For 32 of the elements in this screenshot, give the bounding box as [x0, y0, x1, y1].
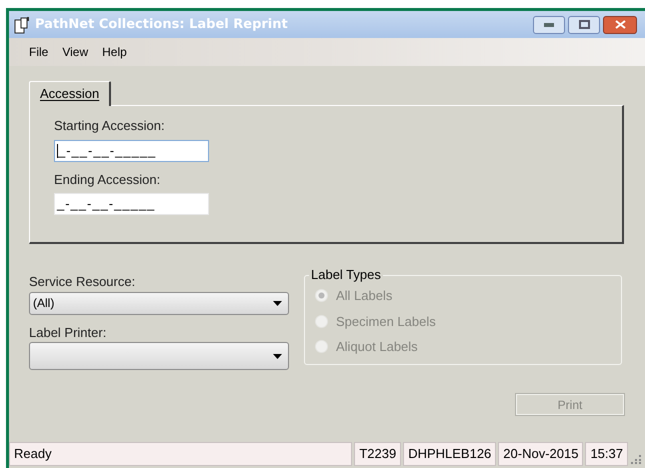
status-cell: 20-Nov-2015	[498, 442, 584, 466]
menu-item[interactable]: Help	[102, 43, 127, 61]
menu-item[interactable]: View	[62, 43, 88, 61]
field-label: Label Printer:	[29, 324, 108, 342]
dropdown-arrow-icon	[273, 300, 282, 306]
radio-label: Aliquot Labels	[336, 338, 418, 356]
dropdown-arrow-icon	[273, 354, 282, 358]
menu-item[interactable]: File	[29, 43, 48, 61]
status-cell: Ready	[9, 442, 352, 466]
close-button[interactable]	[603, 16, 637, 34]
accession-field[interactable]: _-__-__-_____	[54, 140, 209, 162]
radio-label: All Labels	[336, 287, 392, 305]
group-title: Label Types	[309, 267, 383, 283]
close-icon	[614, 20, 626, 29]
status-cell: T2239	[354, 442, 402, 466]
minimize-icon	[544, 22, 554, 26]
dropdown[interactable]	[29, 342, 289, 370]
dropdown[interactable]: (All)	[29, 292, 289, 314]
radio-label: Specimen Labels	[336, 312, 436, 331]
tab[interactable]: Accession	[29, 81, 112, 106]
accession-field[interactable]: _-__-__-_____	[54, 193, 209, 215]
window-title: PathNet Collections: Label Reprint	[35, 16, 288, 34]
app-icon	[13, 16, 31, 34]
status-cell: DHPHLEB126	[403, 442, 496, 466]
maximize-button[interactable]	[568, 16, 600, 34]
resize-grip-icon[interactable]	[630, 452, 642, 464]
field-label: Service Resource:	[29, 273, 136, 291]
minimize-button[interactable]	[533, 16, 565, 34]
status-cell: 15:37	[585, 442, 628, 466]
field-label: Ending Accession:	[54, 170, 162, 189]
field-label: Starting Accession:	[54, 117, 166, 135]
maximize-icon	[578, 20, 590, 29]
